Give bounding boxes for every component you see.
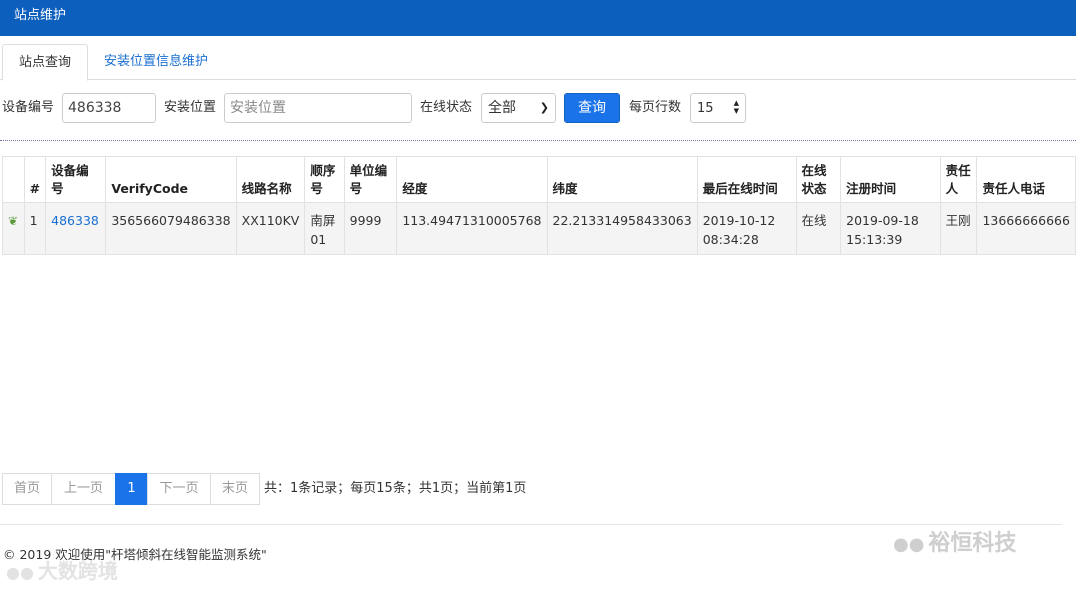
next-page-button[interactable]: 下一页 <box>147 473 211 505</box>
rows-per-page-stepper[interactable]: 15 ▲ ▼ <box>690 93 746 123</box>
brand-watermark: ●● 裕恒科技 <box>893 528 1016 560</box>
cell-status: 在线 <box>795 202 842 255</box>
cell-index: 1 <box>23 202 47 255</box>
pagination-info: 共：1条记录；每页15条；共1页；当前第1页 <box>264 481 527 496</box>
header-sequence[interactable]: 顺序号 <box>304 156 345 203</box>
last-page-button[interactable]: 末页 <box>210 473 260 505</box>
station-table: # 设备编号 VerifyCode 线路名称 顺序号 单位编号 经度 纬度 最后… <box>2 156 1076 255</box>
device-id-link[interactable]: 486338 <box>51 213 99 228</box>
cell-longitude: 113.49471310005768 <box>396 202 548 255</box>
cell-unit-no: 9999 <box>343 202 398 255</box>
cell-line-name: XX110KV <box>235 202 306 255</box>
wechat-icon: ●● <box>893 534 925 555</box>
tab-bar: 站点查询 安装位置信息维护 <box>0 44 1076 81</box>
left-watermark-text: 大数跨境 <box>37 559 118 583</box>
header-verify-code[interactable]: VerifyCode <box>105 156 237 203</box>
status-label: 在线状态 <box>420 100 473 115</box>
header-longitude[interactable]: 经度 <box>396 156 548 203</box>
stepper-arrows-icon[interactable]: ▲ ▼ <box>734 99 739 115</box>
wechat-icon: ●● <box>6 563 34 582</box>
tab-install-location[interactable]: 安装位置信息维护 <box>88 44 224 81</box>
leaf-icon: ❦ <box>8 214 19 228</box>
header-latitude[interactable]: 纬度 <box>546 156 698 203</box>
header-registered[interactable]: 注册时间 <box>840 156 941 203</box>
cell-last-online: 2019-10-12 08:34:28 <box>696 202 797 255</box>
header-index: # <box>23 156 47 203</box>
status-select-value: 全部 <box>488 100 516 116</box>
page-1-button[interactable]: 1 <box>115 473 148 505</box>
table-row[interactable]: ❦ 1 486338 356566079486338 XX110KV 南屏01 … <box>2 202 1076 255</box>
row-icon-cell: ❦ <box>2 202 25 255</box>
header-owner-phone[interactable]: 责任人电话 <box>976 156 1076 203</box>
footer-divider <box>0 524 1062 525</box>
device-id-label: 设备编号 <box>2 100 55 115</box>
header-owner[interactable]: 责任人 <box>939 156 978 203</box>
header-unit-no[interactable]: 单位编号 <box>343 156 398 203</box>
divider <box>0 140 1076 141</box>
cell-device-id: 486338 <box>45 202 107 255</box>
cell-owner-phone: 13666666666 <box>976 202 1076 255</box>
location-label: 安装位置 <box>164 100 217 115</box>
header-icon-col <box>2 156 25 203</box>
left-watermark: ●● 大数跨境 <box>6 558 118 586</box>
tab-station-query[interactable]: 站点查询 <box>2 44 89 81</box>
brand-watermark-text: 裕恒科技 <box>928 531 1017 556</box>
panel-header: 站点维护 <box>0 0 1076 36</box>
cell-sequence: 南屏01 <box>304 202 345 255</box>
status-select[interactable]: 全部 ❯ <box>481 93 556 123</box>
header-device-id[interactable]: 设备编号 <box>45 156 107 203</box>
header-line-name[interactable]: 线路名称 <box>235 156 306 203</box>
rows-per-page-label: 每页行数 <box>629 100 682 115</box>
first-page-button[interactable]: 首页 <box>2 473 52 505</box>
query-button[interactable]: 查询 <box>564 93 620 123</box>
chevron-down-icon: ❯ <box>539 101 549 114</box>
device-id-input[interactable] <box>62 93 156 123</box>
location-input[interactable] <box>224 93 412 123</box>
cell-latitude: 22.213314958433063 <box>546 202 698 255</box>
cell-owner: 王刚 <box>939 202 978 255</box>
panel-title: 站点维护 <box>14 8 67 23</box>
cell-verify-code: 356566079486338 <box>105 202 237 255</box>
header-status[interactable]: 在线状态 <box>795 156 842 203</box>
table-header-row: # 设备编号 VerifyCode 线路名称 顺序号 单位编号 经度 纬度 最后… <box>2 156 1076 203</box>
rows-per-page-value: 15 <box>697 101 714 116</box>
header-last-online[interactable]: 最后在线时间 <box>696 156 797 203</box>
prev-page-button[interactable]: 上一页 <box>51 473 116 505</box>
cell-registered: 2019-09-18 15:13:39 <box>840 202 941 255</box>
filter-row: 设备编号 安装位置 在线状态 全部 ❯ 查询 每页行数 15 ▲▼ <box>0 93 1076 123</box>
